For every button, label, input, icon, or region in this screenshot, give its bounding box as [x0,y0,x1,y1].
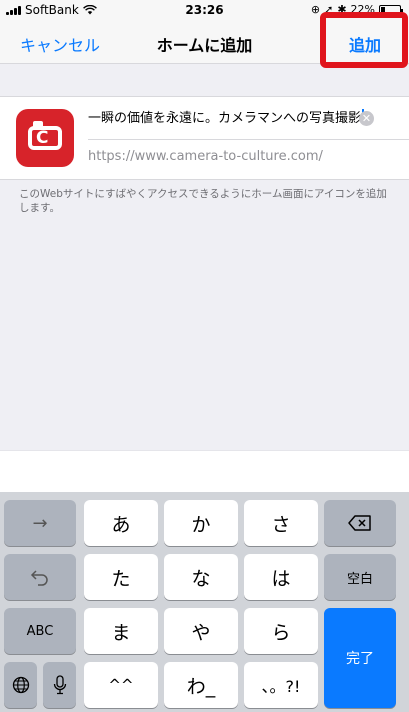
globe-icon [12,676,29,694]
key-wa[interactable]: わ_ [164,662,238,708]
undo-icon [30,570,48,586]
globe-key[interactable] [4,662,37,708]
delete-icon [348,515,371,531]
add-to-home-form: C 一瞬の価値を永遠に。カメラマンへの写真撮影 https://www.came… [0,96,409,180]
key-ka[interactable]: か [164,500,238,546]
key-punctuation[interactable]: 、。?! [244,662,318,708]
rotation-lock-icon: ⊕ [310,3,321,16]
hint-text: このWebサイトにすばやくアクセスできるようにホーム画面にアイコンを追加します。 [19,188,387,214]
microphone-icon [53,675,66,695]
name-input-value: 一瞬の価値を永遠に。カメラマンへの写真撮影 [88,111,362,126]
key-ma[interactable]: ま [84,608,158,654]
key-sa[interactable]: さ [244,500,318,546]
key-ya[interactable]: や [164,608,238,654]
clear-circle-icon[interactable]: ✕ [359,111,374,126]
add-button[interactable]: 追加 [349,32,381,56]
keyboard: → あ か さ た な は 空白 ABC ま や ら ^^ わ_ 、。?! 完了 [0,492,409,712]
app-icon-letter: C [36,128,49,148]
camera-app-icon: C [16,109,74,167]
key-ra[interactable]: ら [244,608,318,654]
navigation-bar: キャンセル ホームに追加 追加 [0,12,409,68]
dictation-key[interactable] [43,662,76,708]
undo-key[interactable] [4,554,76,600]
key-ha[interactable]: は [244,554,318,600]
key-ta[interactable]: た [84,554,158,600]
key-dakuten[interactable]: ^^ [84,662,158,708]
abc-key[interactable]: ABC [4,608,76,654]
space-key[interactable]: 空白 [324,554,396,600]
keyboard-top-strip [0,450,409,492]
delete-key[interactable] [324,500,396,546]
key-na[interactable]: な [164,554,238,600]
url-field: https://www.camera-to-culture.com/ [88,149,323,164]
arrow-key[interactable]: → [4,500,76,546]
key-a[interactable]: あ [84,500,158,546]
field-divider [88,139,409,140]
name-input[interactable]: 一瞬の価値を永遠に。カメラマンへの写真撮影 [88,107,378,131]
done-key[interactable]: 完了 [324,608,396,708]
